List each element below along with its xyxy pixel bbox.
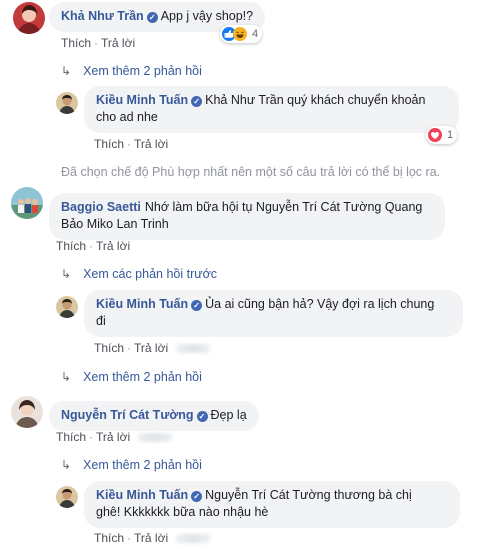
reply-bubble: Kiều Minh Tuấn ✓ Ủa ai cũng bận hả? Vậy đợ…	[84, 290, 463, 337]
reply-link[interactable]: Trả lời	[96, 239, 130, 253]
reply-link[interactable]: Trả lời	[96, 430, 130, 444]
reply-link[interactable]: Trả lời	[134, 531, 168, 545]
like-link[interactable]: Thích	[94, 137, 124, 151]
reply-actions: Thích · Trả lời	[94, 531, 211, 545]
comment-text-line1: Nhớ làm bữa hội tụ Nguyễn Trí Cát Tường …	[144, 200, 423, 214]
view-more-replies-label: Xem thêm 2 phản hồi	[83, 370, 202, 384]
avatar-kieu-minh-tuan[interactable]	[56, 296, 78, 318]
avatar-kieu-minh-tuan[interactable]	[56, 486, 78, 508]
comment-author[interactable]: Nguyễn Trí Cát Tường	[61, 408, 194, 422]
reply-bubble: Kiều Minh Tuấn ✓ Khả Như Trần quý khách ch…	[84, 86, 459, 133]
comment-bubble: Nguyễn Trí Cát Tường ✓ Đẹp lạ	[49, 401, 259, 431]
reply-arrow-icon: ↳	[61, 267, 72, 281]
view-previous-replies-label: Xem các phản hồi trước	[83, 267, 218, 281]
comment-author[interactable]: Baggio Saetti	[61, 200, 141, 214]
reply-text-line1: Ủa ai cũng bận hả? Vậy đợi ra lịch chung	[205, 297, 435, 311]
love-reaction-icon	[428, 128, 442, 142]
like-link[interactable]: Thích	[56, 430, 86, 444]
reaction-summary[interactable]: 4	[220, 25, 263, 43]
avatar-kha-nhu-tran[interactable]	[13, 2, 45, 34]
reaction-count: 4	[252, 28, 259, 40]
verified-badge-icon: ✓	[191, 491, 203, 502]
reply-arrow-icon: ↳	[61, 458, 72, 472]
comment-actions: Thích · Trả lời	[56, 239, 131, 253]
reply-text-line2: ghê! Kkkkkkk bữa nào nhậu hè	[96, 505, 269, 519]
comment-actions: Thích · Trả lời	[61, 36, 136, 50]
view-more-replies[interactable]: ↳ Xem thêm 2 phản hồi	[61, 458, 202, 472]
reply-link[interactable]: Trả lời	[134, 137, 168, 151]
reply-text-line1: Nguyễn Trí Cát Tường thương bà chị	[205, 488, 412, 502]
like-link[interactable]: Thích	[61, 36, 91, 50]
haha-reaction-icon	[233, 27, 247, 41]
verified-badge-icon: ✓	[191, 300, 203, 311]
reply-text-line1: Khả Như Trần quý khách chuyển khoản	[205, 93, 426, 107]
reply-link[interactable]: Trả lời	[134, 341, 168, 355]
reply-author[interactable]: Kiều Minh Tuấn	[96, 488, 188, 502]
comment-text: Đẹp lạ	[210, 408, 247, 422]
comment-author[interactable]: Khả Như Trần	[61, 9, 144, 23]
verified-badge-icon: ✓	[191, 96, 203, 107]
timestamp-blurred	[138, 433, 173, 442]
like-link[interactable]: Thích	[94, 531, 124, 545]
reply-text-line2: cho ad nhe	[96, 110, 158, 124]
avatar-baggio-saetti[interactable]	[11, 187, 43, 219]
like-link[interactable]: Thích	[56, 239, 86, 253]
reply-text-line2: đi	[96, 314, 106, 328]
view-more-replies[interactable]: ↳ Xem thêm 2 phản hồi	[61, 64, 202, 78]
like-link[interactable]: Thích	[94, 341, 124, 355]
reply-author[interactable]: Kiều Minh Tuấn	[96, 93, 188, 107]
view-previous-replies[interactable]: ↳ Xem các phản hồi trước	[61, 267, 217, 281]
comment-bubble: Baggio Saetti Nhớ làm bữa hội tụ Nguyễn T…	[49, 193, 445, 240]
reaction-count: 1	[447, 129, 454, 141]
reply-actions: Thích · Trả lời	[94, 137, 169, 151]
comment-text-line2: Bảo Miko Lan Trinh	[61, 217, 169, 231]
filter-notice: Đã chọn chế độ Phù hợp nhất nên một số c…	[61, 165, 441, 179]
reply-actions: Thích · Trả lời	[94, 341, 211, 355]
reply-arrow-icon: ↳	[61, 370, 72, 384]
verified-badge-icon: ✓	[146, 12, 158, 23]
reply-author[interactable]: Kiều Minh Tuấn	[96, 297, 188, 311]
view-more-replies-label: Xem thêm 2 phản hồi	[83, 458, 202, 472]
reply-arrow-icon: ↳	[61, 64, 72, 78]
reply-bubble: Kiều Minh Tuấn ✓ Nguyễn Trí Cát Tường thươ…	[84, 481, 460, 528]
comment-actions: Thích · Trả lời	[56, 430, 173, 444]
timestamp-blurred	[176, 344, 211, 353]
avatar-kieu-minh-tuan[interactable]	[56, 92, 78, 114]
reply-link[interactable]: Trả lời	[101, 36, 135, 50]
avatar-nguyen-tri-cat-tuong[interactable]	[11, 396, 43, 428]
comment-text: App j vậy shop!?	[160, 9, 254, 23]
verified-badge-icon: ✓	[196, 411, 208, 422]
view-more-replies[interactable]: ↳ Xem thêm 2 phản hồi	[61, 370, 202, 384]
view-more-replies-label: Xem thêm 2 phản hồi	[83, 64, 202, 78]
reaction-summary[interactable]: 1	[426, 126, 458, 144]
timestamp-blurred	[176, 534, 211, 543]
